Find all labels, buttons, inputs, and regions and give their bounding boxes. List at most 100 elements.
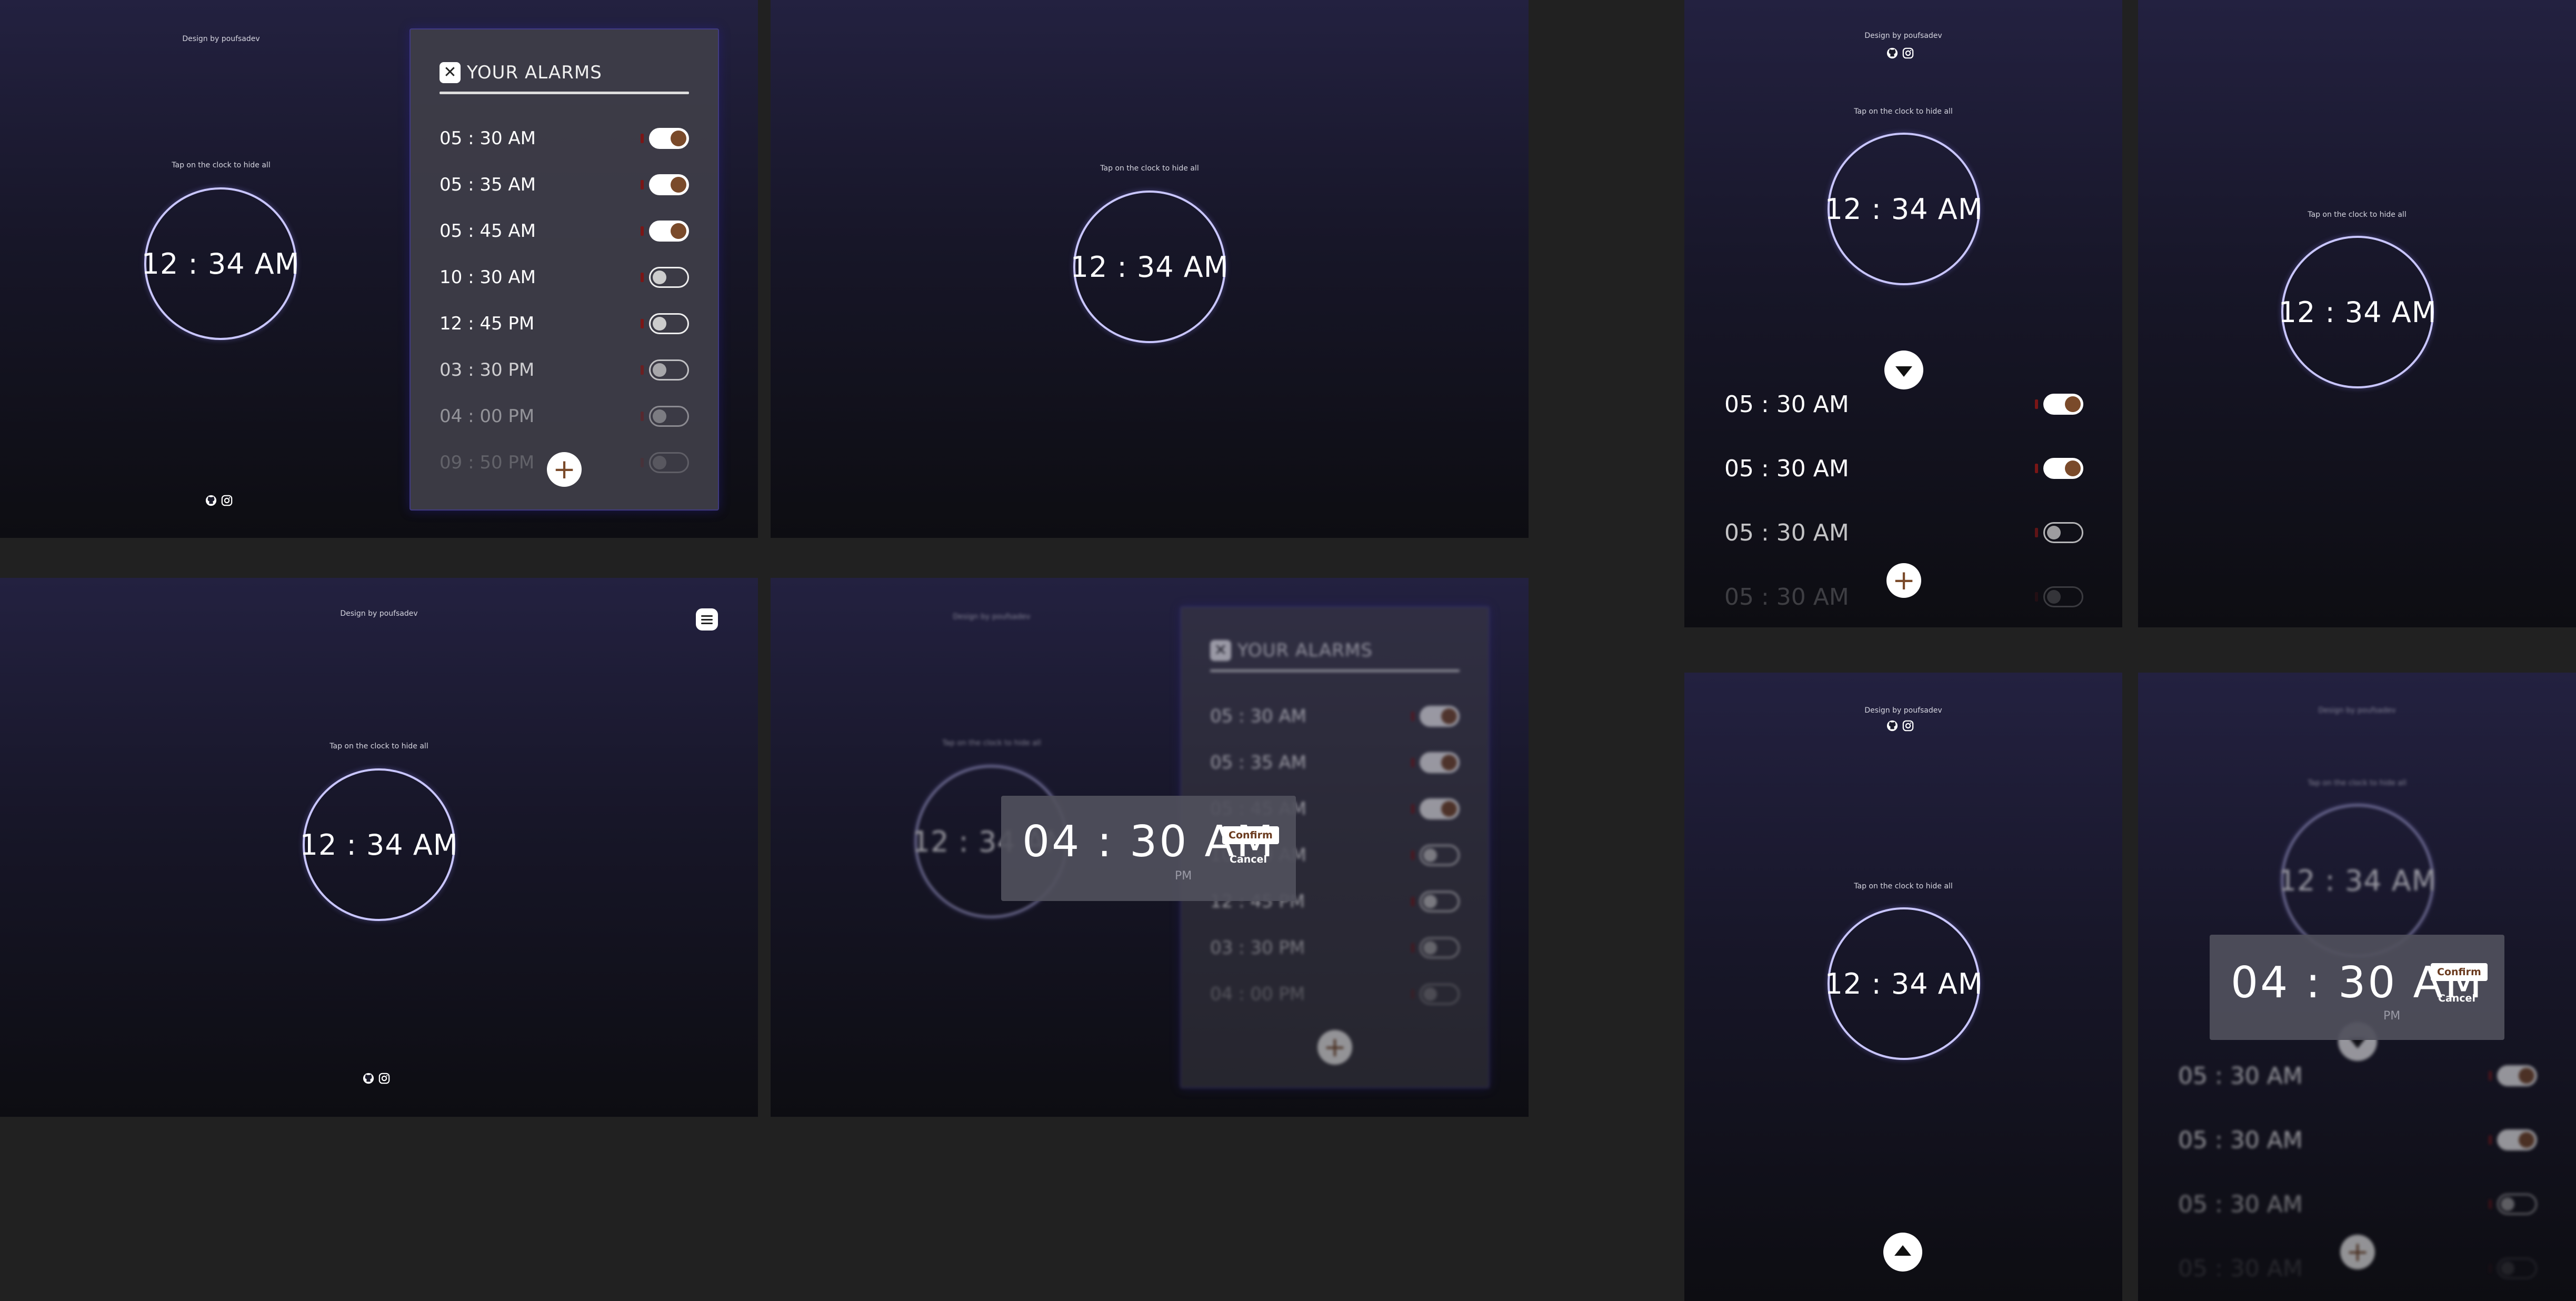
github-icon[interactable] — [1886, 720, 1898, 732]
plus-icon[interactable]: + — [2340, 1235, 2375, 1269]
plus-icon[interactable]: + — [547, 452, 582, 487]
delete-indicator[interactable] — [2489, 1071, 2492, 1080]
delete-indicator[interactable] — [641, 134, 644, 143]
delete-indicator[interactable] — [2035, 399, 2038, 409]
hint-text: Tap on the clock to hide all — [2308, 211, 2407, 219]
chevron-down-icon[interactable] — [1884, 351, 1923, 389]
delete-indicator[interactable] — [1411, 897, 1414, 906]
alarm-time: 05 : 45 AM — [440, 221, 536, 242]
delete-indicator[interactable] — [641, 458, 644, 467]
alarms-card-title: YOUR ALARMS — [1237, 640, 1373, 661]
delete-indicator[interactable] — [2035, 592, 2038, 602]
alarm-toggle[interactable] — [1420, 984, 1460, 1005]
picker-alt-period[interactable]: PM — [2383, 1009, 2400, 1023]
instagram-icon[interactable] — [378, 1073, 390, 1084]
alarm-time: 05 : 30 AM — [2178, 1255, 2303, 1282]
menu-icon[interactable] — [696, 608, 718, 631]
close-icon[interactable]: ✕ — [440, 62, 461, 83]
delete-indicator[interactable] — [2035, 528, 2038, 537]
close-icon[interactable]: ✕ — [1210, 640, 1231, 661]
alarm-toggle[interactable] — [649, 313, 689, 334]
alarm-row: 03 : 30 PM — [440, 357, 689, 383]
delete-indicator[interactable] — [641, 412, 644, 421]
cancel-button[interactable]: Cancel — [1230, 854, 1267, 865]
delete-indicator[interactable] — [1411, 712, 1414, 721]
alarm-toggle[interactable] — [2497, 1194, 2537, 1215]
clock-face[interactable]: 12 : 34 AM — [299, 768, 458, 921]
alarm-toggle[interactable] — [2043, 458, 2083, 479]
alarm-time: 09 : 50 PM — [440, 452, 535, 473]
alarm-toggle[interactable] — [649, 174, 689, 195]
alarm-time: 04 : 00 PM — [440, 406, 535, 427]
picker-minutes[interactable]: 30 — [2338, 958, 2397, 1008]
clock-face[interactable]: 12 : 34 AM — [2278, 236, 2437, 388]
delete-indicator[interactable] — [2035, 464, 2038, 473]
alarm-time: 05 : 30 AM — [2178, 1126, 2303, 1154]
alarm-toggle[interactable] — [649, 452, 689, 473]
alarm-toggle[interactable] — [649, 267, 689, 288]
confirm-button[interactable]: Confirm — [2431, 963, 2488, 981]
alarm-toggle[interactable] — [2497, 1065, 2537, 1086]
alarm-toggle[interactable] — [2043, 586, 2083, 607]
hint-text: Tap on the clock to hide all — [330, 742, 428, 750]
picker-hours[interactable]: 04 — [2231, 958, 2290, 1008]
credit-text: Design by poufsadev — [2318, 706, 2396, 715]
alarm-toggle[interactable] — [649, 221, 689, 242]
delete-indicator[interactable] — [641, 226, 644, 236]
plus-icon[interactable]: + — [1886, 563, 1921, 598]
clock-face[interactable]: 12 : 34 AM — [1825, 907, 1982, 1060]
delete-indicator[interactable] — [2489, 1264, 2492, 1273]
clock-time: 12 : 34 AM — [1070, 250, 1229, 284]
alarm-toggle[interactable] — [1420, 798, 1460, 819]
instagram-icon[interactable] — [1902, 720, 1914, 732]
chevron-up-icon[interactable] — [1883, 1233, 1922, 1272]
alarm-toggle[interactable] — [1420, 845, 1460, 866]
alarm-toggle[interactable] — [2043, 394, 2083, 415]
picker-alt-period[interactable]: PM — [1175, 869, 1192, 883]
hint-text: Tap on the clock to hide all — [172, 161, 271, 169]
github-icon[interactable] — [363, 1073, 374, 1084]
clock-time: 12 : 34 AM — [2278, 295, 2437, 329]
picker-hours[interactable]: 04 — [1022, 817, 1081, 867]
delete-indicator[interactable] — [641, 273, 644, 282]
clock-face[interactable]: 12 : 34 AM — [142, 187, 299, 340]
screen-mobile-alarms-open: Design by poufsadev Tap on the clock to … — [1684, 0, 2122, 627]
delete-indicator[interactable] — [2489, 1135, 2492, 1145]
alarm-row: 04 : 00 PM — [440, 403, 689, 429]
alarm-toggle[interactable] — [649, 128, 689, 149]
github-icon[interactable] — [205, 495, 217, 506]
alarm-toggle[interactable] — [1420, 937, 1460, 958]
clock-time: 12 : 34 AM — [299, 828, 458, 862]
cancel-button[interactable]: Cancel — [2438, 993, 2475, 1004]
instagram-icon[interactable] — [221, 495, 233, 506]
credit-text: Design by poufsadev — [182, 35, 260, 43]
delete-indicator[interactable] — [641, 319, 644, 328]
alarm-toggle[interactable] — [2497, 1258, 2537, 1279]
github-icon[interactable] — [1886, 47, 1898, 59]
clock-face[interactable]: 12 : 34 AM — [2279, 804, 2436, 957]
delete-indicator[interactable] — [1411, 943, 1414, 953]
instagram-icon[interactable] — [1902, 47, 1914, 59]
alarm-toggle[interactable] — [649, 359, 689, 381]
delete-indicator[interactable] — [641, 180, 644, 189]
delete-indicator[interactable] — [2489, 1199, 2492, 1209]
delete-indicator[interactable] — [1411, 758, 1414, 767]
alarm-toggle[interactable] — [1420, 752, 1460, 773]
picker-minutes[interactable]: 30 — [1130, 817, 1189, 867]
confirm-button[interactable]: Confirm — [1222, 826, 1279, 844]
clock-face[interactable]: 12 : 34 AM — [1070, 191, 1229, 343]
plus-icon[interactable]: + — [1317, 1030, 1352, 1065]
alarm-time: 05 : 30 AM — [440, 128, 536, 149]
delete-indicator[interactable] — [641, 365, 644, 375]
alarm-toggle[interactable] — [1420, 891, 1460, 912]
delete-indicator[interactable] — [1411, 850, 1414, 860]
social-links — [1886, 720, 1914, 732]
alarm-toggle[interactable] — [2497, 1129, 2537, 1150]
delete-indicator[interactable] — [1411, 804, 1414, 814]
alarm-toggle[interactable] — [649, 406, 689, 427]
alarm-toggle[interactable] — [1420, 706, 1460, 727]
alarms-card: ✕ YOUR ALARMS 05 : 30 AM 05 : 35 AM 05 :… — [410, 28, 719, 511]
delete-indicator[interactable] — [1411, 989, 1414, 999]
alarm-toggle[interactable] — [2043, 522, 2083, 543]
clock-face[interactable]: 12 : 34 AM — [1825, 133, 1982, 285]
